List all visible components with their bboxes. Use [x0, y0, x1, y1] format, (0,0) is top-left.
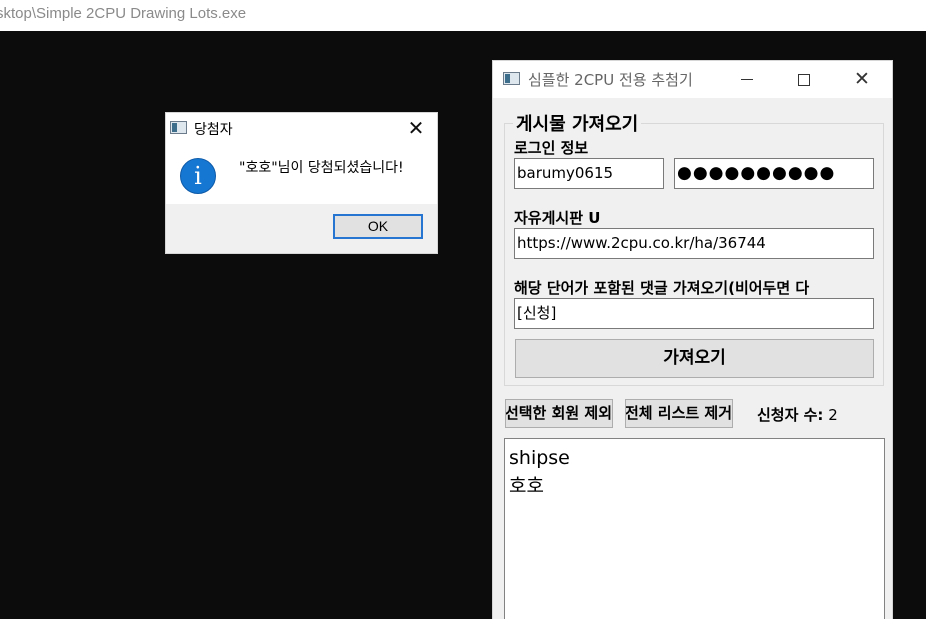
main-titlebar[interactable]: 심플한 2CPU 전용 추첨기 ✕: [493, 61, 892, 98]
url-field[interactable]: https://www.2cpu.co.kr/ha/36744: [514, 228, 874, 259]
list-item[interactable]: shipse: [509, 444, 880, 472]
dialog-close-icon[interactable]: ✕: [401, 115, 431, 141]
applicant-count-value: 2: [828, 406, 838, 424]
password-field[interactable]: ●●●●●●●●●●: [674, 158, 874, 189]
list-item[interactable]: 호호: [509, 472, 880, 500]
applicant-count-label: 신청자 수:: [757, 406, 824, 424]
fetch-button[interactable]: 가져오기: [515, 339, 874, 378]
ok-button[interactable]: OK: [333, 214, 423, 239]
main-window: 심플한 2CPU 전용 추첨기 ✕ 게시물 가져오기 로그인 정보 barumy…: [492, 60, 893, 619]
path-text: sktop\Simple 2CPU Drawing Lots.exe: [0, 5, 247, 22]
dialog-title: 당첨자: [194, 122, 233, 138]
remove-selected-label: 선택한 회원 제외: [505, 404, 612, 422]
applicant-list[interactable]: shipse 호호: [504, 438, 885, 619]
info-icon: i: [180, 158, 216, 194]
dialog-body: i "호호"님이 당첨되셨습니다!: [166, 143, 437, 204]
maximize-button[interactable]: [775, 61, 833, 98]
dialog-titlebar[interactable]: 당첨자 ✕: [166, 113, 437, 143]
maximize-icon: [798, 73, 810, 86]
minimize-button[interactable]: [718, 61, 776, 98]
path-bar: sktop\Simple 2CPU Drawing Lots.exe: [0, 0, 926, 31]
group-title: 게시물 가져오기: [513, 110, 642, 136]
close-icon: ✕: [854, 68, 870, 90]
login-label: 로그인 정보: [514, 139, 589, 157]
username-field[interactable]: barumy0615: [514, 158, 664, 189]
dialog-message: "호호"님이 당첨되셨습니다!: [239, 160, 404, 176]
app-icon: [170, 121, 187, 134]
remove-all-button[interactable]: 전체 리스트 제거: [625, 399, 733, 428]
board-label: 자유게시판 U: [514, 209, 601, 227]
window-title: 심플한 2CPU 전용 추첨기: [528, 71, 693, 89]
applicant-count: 신청자 수: 2: [757, 404, 838, 425]
app-icon: [503, 72, 520, 85]
remove-all-label: 전체 리스트 제거: [625, 404, 732, 422]
keyword-label: 해당 단어가 포함된 댓글 가져오기(비어두면 다: [514, 279, 810, 297]
remove-selected-button[interactable]: 선택한 회원 제외: [505, 399, 613, 428]
keyword-field[interactable]: [신청]: [514, 298, 874, 329]
minimize-icon: [741, 79, 753, 80]
close-button[interactable]: ✕: [833, 61, 891, 98]
winner-dialog: 당첨자 ✕ i "호호"님이 당첨되셨습니다! OK: [165, 112, 438, 254]
